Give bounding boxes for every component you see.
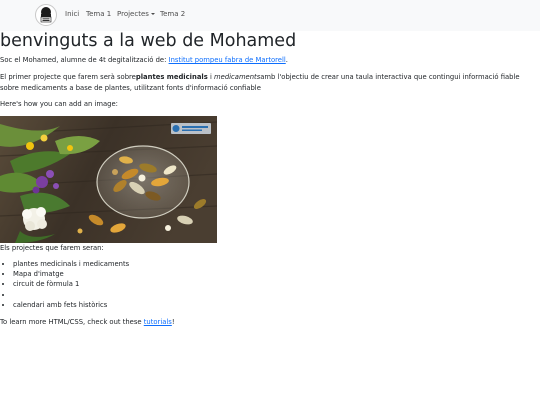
chevron-down-icon xyxy=(150,13,155,15)
list-item xyxy=(13,290,129,300)
list-item: circuit de fòrmula 1 xyxy=(13,279,129,289)
nav-dropdown-label: Projectes xyxy=(117,10,149,18)
footer-text: To learn more HTML/CSS, check out these xyxy=(0,318,144,326)
project-italic-text: medicaments xyxy=(214,73,261,81)
nav-link-tema-2[interactable]: Tema 2 xyxy=(160,10,185,18)
logo-icon[interactable] xyxy=(35,4,57,26)
projects-heading: Els projectes que farem seran: xyxy=(0,244,104,252)
footer-end: ! xyxy=(171,318,175,326)
list-item: calendari amb fets històrics xyxy=(13,300,129,310)
projects-list: plantes medicinals i medicaments Mapa d'… xyxy=(0,259,129,310)
intro-text: Soc el Mohamed, alumne de 4t degitalitza… xyxy=(0,56,169,64)
project-bold-text: plantes medicinals xyxy=(135,73,208,81)
project-text-before: El primer projecte que farem serà sobre xyxy=(0,73,136,81)
intro-end: . xyxy=(285,56,288,64)
image-intro-text: Here's how you can add an image: xyxy=(0,100,118,108)
navbar: Inici Tema 1 Projectes Tema 2 xyxy=(0,0,540,31)
list-item: plantes medicinals i medicaments xyxy=(13,259,129,269)
tutorials-link[interactable]: tutorials xyxy=(144,318,172,326)
list-item: Mapa d'imatge xyxy=(13,269,129,279)
project-paragraph: El primer projecte que farem serà sobrep… xyxy=(0,72,540,93)
school-link[interactable]: Institut pompeu fabra de Martorell xyxy=(169,56,286,64)
intro-paragraph: Soc el Mohamed, alumne de 4t degitalitza… xyxy=(0,55,288,66)
page-title: benvinguts a la web de Mohamed xyxy=(0,31,297,51)
nav-link-inici[interactable]: Inici xyxy=(65,10,79,18)
nav-link-tema-1[interactable]: Tema 1 xyxy=(86,10,111,18)
footer-paragraph: To learn more HTML/CSS, check out these … xyxy=(0,317,175,328)
herbal-pills-image xyxy=(0,116,217,243)
nav-dropdown-projectes[interactable]: Projectes xyxy=(117,10,155,18)
